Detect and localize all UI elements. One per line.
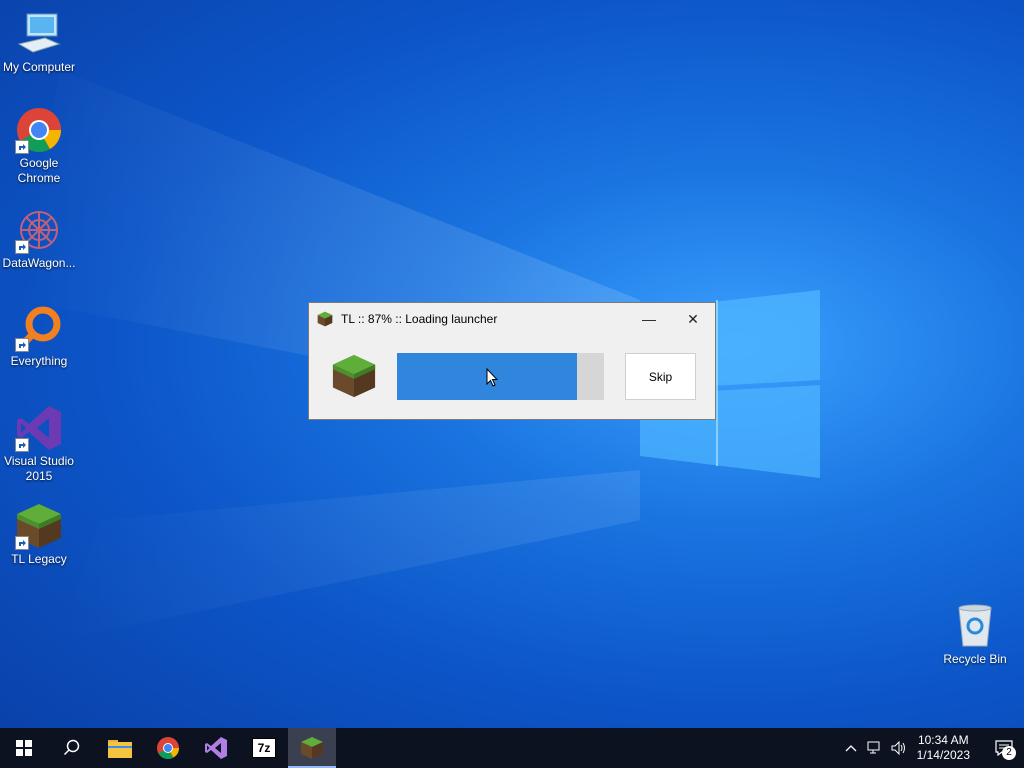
chevron-up-icon — [845, 745, 857, 752]
shortcut-arrow-icon — [15, 338, 29, 352]
7zip-taskbar-button[interactable]: 7z — [240, 728, 288, 768]
skip-button[interactable]: Skip — [625, 353, 696, 400]
volume-icon — [891, 741, 905, 755]
desktop-icon-label: Recycle Bin — [943, 652, 1007, 666]
shortcut-arrow-icon — [15, 240, 29, 254]
close-button[interactable]: ✕ — [671, 303, 715, 335]
progress-bar — [397, 353, 604, 400]
desktop-icon-everything[interactable]: Everything — [0, 304, 78, 369]
chrome-icon — [157, 737, 179, 759]
everything-search-icon — [15, 304, 63, 352]
desktop-icon-label: Everything — [10, 354, 68, 368]
desktop-icon-label: My Computer — [2, 60, 76, 74]
action-center-button[interactable]: 2 — [984, 728, 1024, 768]
datawagon-icon — [15, 206, 63, 254]
visual-studio-taskbar-button[interactable] — [192, 728, 240, 768]
grass-block-icon — [331, 353, 377, 399]
shortcut-arrow-icon — [15, 438, 29, 452]
chrome-icon — [15, 106, 63, 154]
file-explorer-icon — [108, 740, 132, 758]
desktop-icon-recycle-bin[interactable]: Recycle Bin — [936, 602, 1014, 667]
tl-legacy-icon — [301, 737, 323, 759]
desktop-icon-visual-studio[interactable]: Visual Studio 2015 — [0, 404, 78, 484]
tl-legacy-taskbar-button[interactable] — [288, 728, 336, 768]
desktop-icon-label: TL Legacy — [11, 552, 67, 566]
desktop-icon-google-chrome[interactable]: Google Chrome — [0, 106, 78, 186]
clock-time: 10:34 AM — [917, 733, 969, 747]
volume-button[interactable] — [887, 728, 911, 768]
network-button[interactable] — [863, 728, 887, 768]
loader-window[interactable]: TL :: 87% :: Loading launcher — ✕ Skip — [308, 302, 716, 420]
taskbar-clock[interactable]: 10:34 AM 1/14/2023 — [917, 733, 970, 763]
search-button[interactable] — [48, 728, 96, 768]
chrome-taskbar-button[interactable] — [144, 728, 192, 768]
shortcut-arrow-icon — [15, 536, 29, 550]
minimize-icon: — — [642, 311, 656, 327]
notification-count-badge: 2 — [1002, 746, 1016, 760]
grass-block-icon — [15, 502, 63, 550]
mouse-cursor-icon — [486, 368, 498, 387]
desktop-icon-datawagon[interactable]: DataWagon... — [0, 206, 78, 271]
computer-icon — [15, 10, 63, 58]
desktop-icon-my-computer[interactable]: My Computer — [0, 10, 78, 75]
desktop-icon-label: DataWagon... — [2, 256, 76, 270]
desktop-icon-label: Visual Studio 2015 — [4, 454, 74, 483]
start-button[interactable] — [0, 728, 48, 768]
7zip-icon: 7z — [252, 738, 276, 758]
system-tray: 10:34 AM 1/14/2023 2 — [839, 728, 1024, 768]
desktop-icon-tl-legacy[interactable]: TL Legacy — [0, 502, 78, 567]
visual-studio-icon — [205, 737, 227, 759]
clock-date: 1/14/2023 — [916, 748, 970, 762]
window-title: TL :: 87% :: Loading launcher — [341, 312, 498, 326]
close-icon: ✕ — [687, 310, 699, 327]
desktop-icon-label: Google Chrome — [17, 156, 61, 185]
file-explorer-button[interactable] — [96, 728, 144, 768]
minimize-button[interactable]: — — [627, 303, 671, 335]
search-icon — [63, 739, 80, 756]
taskbar: 7z 10:34 AM 1/14/2023 2 — [0, 728, 1024, 768]
window-title-bar[interactable]: TL :: 87% :: Loading launcher — ✕ — [309, 303, 715, 335]
shortcut-arrow-icon — [15, 140, 29, 154]
start-icon — [16, 740, 32, 756]
visual-studio-icon — [15, 404, 63, 452]
network-icon — [867, 741, 880, 754]
grass-block-icon — [317, 311, 333, 327]
recycle-bin-icon — [951, 602, 999, 650]
show-hidden-icons-button[interactable] — [839, 728, 863, 768]
